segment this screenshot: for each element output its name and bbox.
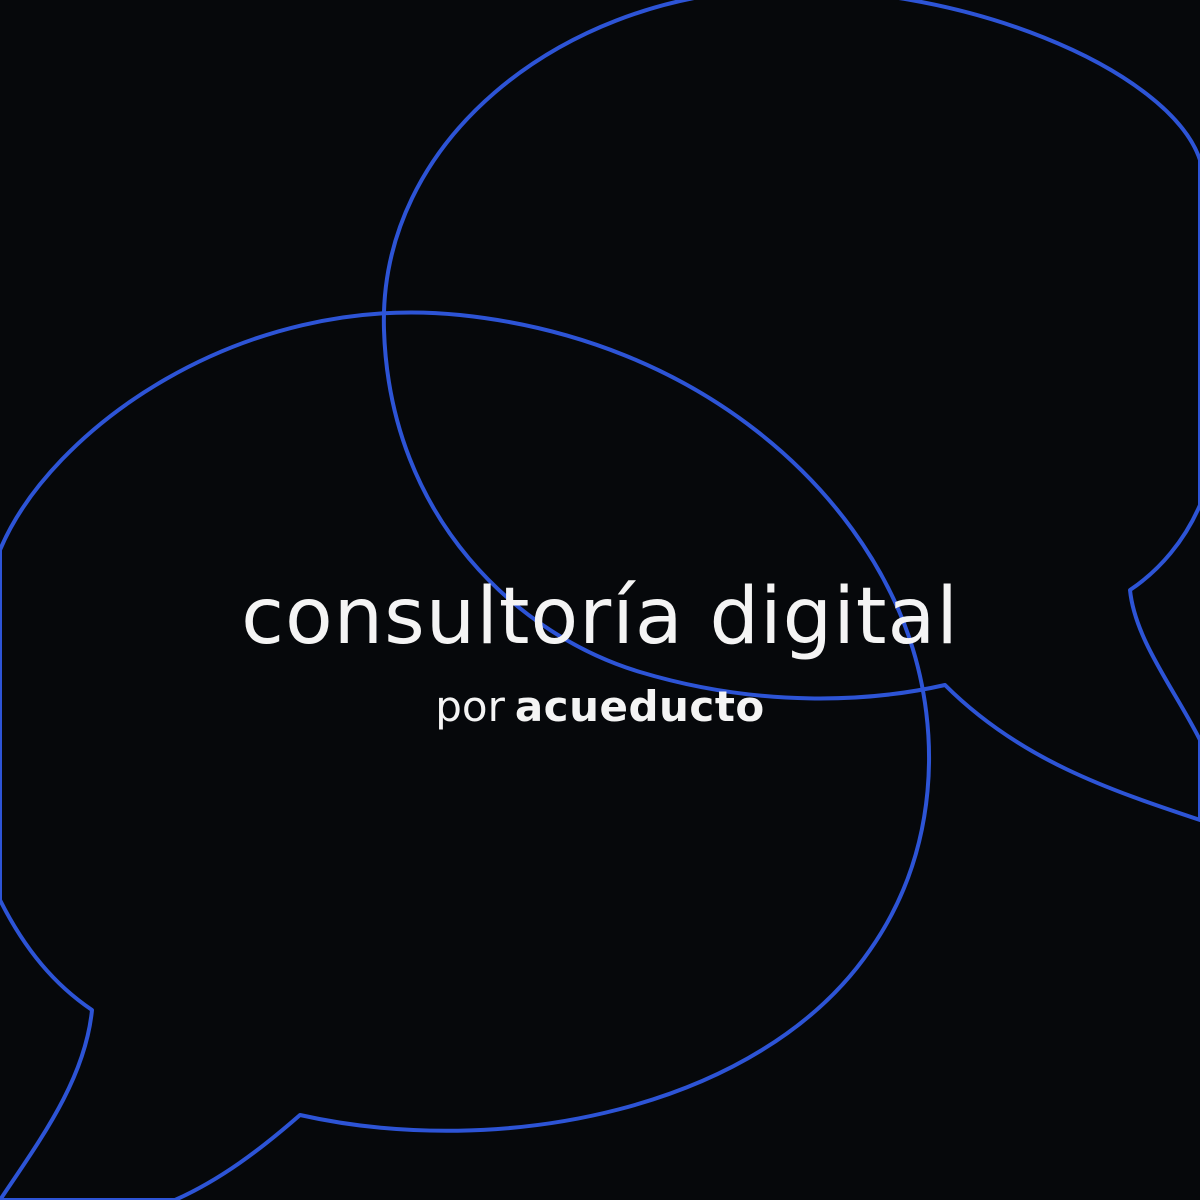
byline-prefix: por — [435, 682, 505, 731]
brand-name: acueducto — [514, 682, 765, 731]
left-speech-bubble-icon — [0, 310, 931, 1200]
byline: por acueducto — [0, 686, 1200, 728]
page-title: consultoría digital — [241, 572, 959, 662]
promo-graphic: consultoría digital por acueducto — [0, 0, 1200, 1200]
